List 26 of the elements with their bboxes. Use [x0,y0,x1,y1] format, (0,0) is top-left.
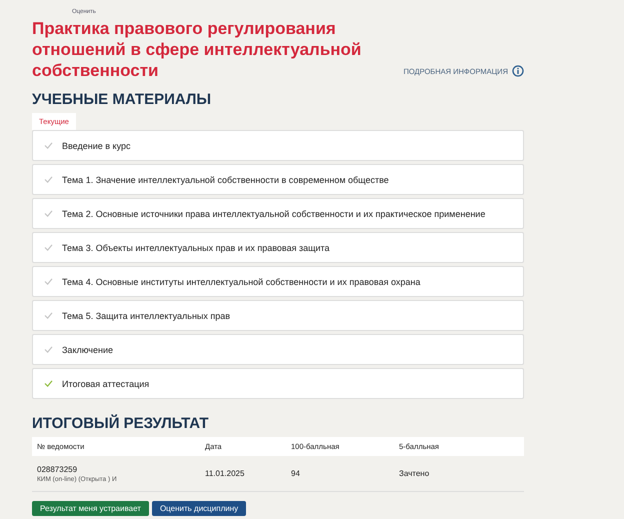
course-item[interactable]: Заключение [32,334,524,365]
item-title: Итоговая аттестация [62,378,150,388]
table-cell-text: 11.01.2025 [204,469,246,478]
course-item[interactable]: Тема 5. Защита интеллектуальных прав [32,300,524,331]
item-title: Тема 4. Основные институты интеллектуальной собственности и их правовая охрана [62,276,420,286]
item-title: Тема 1. Значение интеллектуальной собственности в современном обществе [62,174,389,184]
course-item[interactable]: Тема 1. Значение интеллектуальной собственности в современном обществе [32,164,524,195]
table-cell-text: 028873259 [37,464,78,474]
course-item[interactable]: Тема 2. Основные источники права интеллектуальной собственности и их практическое применение [32,198,524,229]
table-cell-text: Зачтено [398,469,430,478]
course-item[interactable]: Итоговая аттестация [32,368,524,399]
item-title: Тема 3. Объекты интеллектуальных прав и их правовая защита [62,242,330,252]
course-item[interactable]: Введение в курс [32,130,524,161]
item-title: Тема 2. Основные источники права интеллектуальной собственности и их практическое применение [62,208,486,218]
item-title: Тема 5. Защита интеллектуальных прав [62,310,230,320]
info-icon [512,65,524,77]
table-cell-text: 94 [290,469,301,478]
course-item[interactable]: Тема 4. Основные институты интеллектуальной собственности и их правовая охрана [32,266,524,297]
accept-button[interactable]: Результат меня устраивает [32,501,149,516]
course-item[interactable]: Тема 3. Объекты интеллектуальных прав и их правовая защита [32,232,524,263]
section-heading: ИТОГОВЫЙ РЕЗУЛЬТАТ [32,415,210,432]
item-title: Заключение [62,344,113,354]
rate-button[interactable]: Оценить дисциплину [152,501,246,516]
section-heading: УЧЕБНЫЕ МАТЕРИАЛЫ [32,91,212,108]
course-title: Практика правового регулирования отношений в сфере интеллектуальной собственности [32,18,362,81]
item-title: Введение в курс [62,140,130,150]
